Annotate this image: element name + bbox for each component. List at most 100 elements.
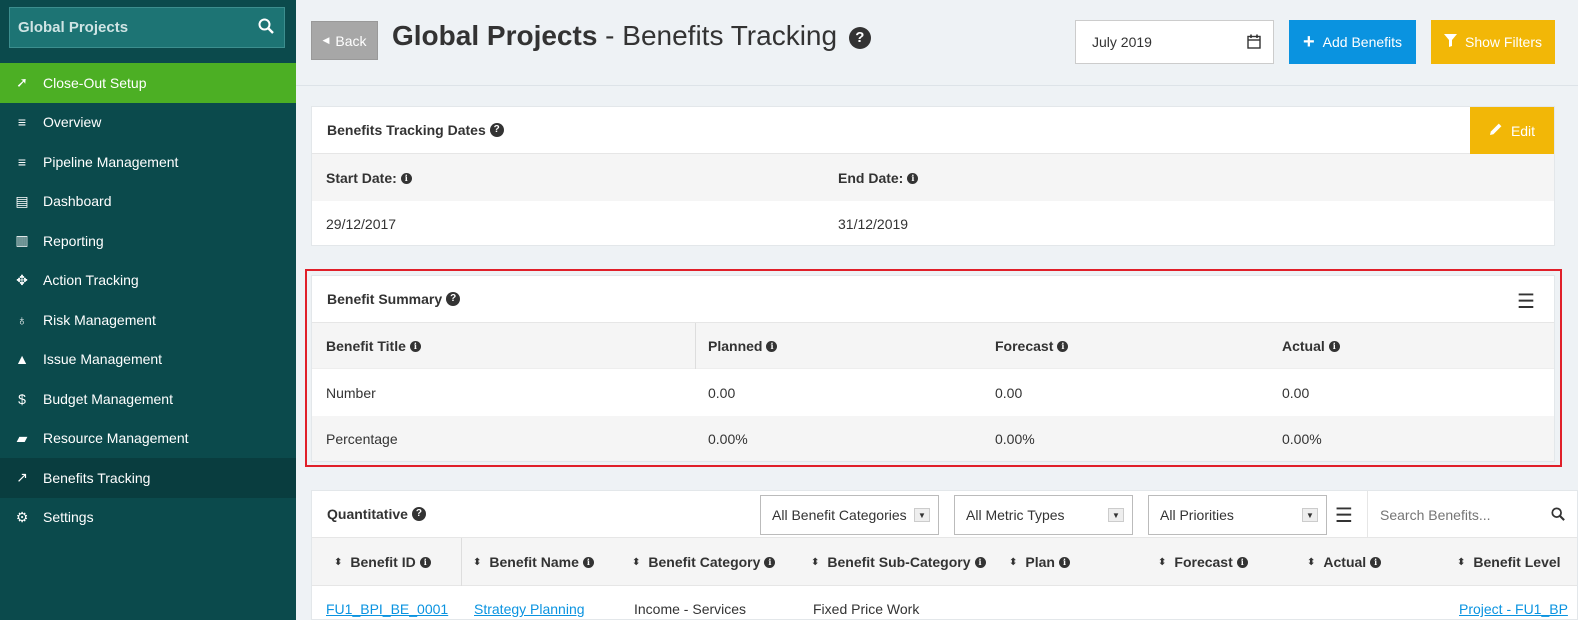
benefit-category-select[interactable]: All Benefit Categories ▼ bbox=[760, 495, 939, 535]
benefit-name-link[interactable]: Strategy Planning bbox=[474, 601, 585, 617]
dashboard-icon: ▤ bbox=[15, 192, 29, 209]
quantitative-panel: Quantitative? All Benefit Categories ▼ Al… bbox=[311, 490, 1578, 620]
line-chart-icon: ↗ bbox=[16, 469, 28, 486]
end-date-label: End Date: i bbox=[838, 170, 919, 186]
calendar-icon bbox=[1247, 34, 1261, 52]
add-benefits-button[interactable]: + Add Benefits bbox=[1289, 20, 1416, 64]
start-date-label-text: Start Date: bbox=[326, 169, 397, 186]
column-divider bbox=[461, 538, 462, 586]
select-value: All Metric Types bbox=[966, 507, 1065, 523]
start-date-value: 29/12/2017 bbox=[326, 215, 397, 232]
sort-icon: ⬍ bbox=[811, 556, 820, 568]
cell-benefit-sub-category: Fixed Price Work bbox=[813, 601, 920, 617]
info-icon: i bbox=[419, 556, 431, 568]
sort-icon: ⬍ bbox=[1457, 556, 1466, 568]
gear-icon: ⚙ bbox=[15, 508, 29, 525]
column-header-benefit-level[interactable]: ⬍ Benefit Level bbox=[1457, 538, 1561, 586]
show-filters-button[interactable]: Show Filters bbox=[1431, 20, 1555, 64]
table-row: FU1_BPI_BE_0001 Strategy Planning Income… bbox=[312, 587, 1577, 619]
column-header-forecast[interactable]: ⬍ Forecast i bbox=[1158, 538, 1248, 586]
sidebar-item-label: Resource Management bbox=[43, 430, 189, 447]
info-icon: i bbox=[582, 556, 594, 568]
column-header-benefit-name[interactable]: ⬍ Benefit Name i bbox=[473, 538, 594, 586]
help-icon[interactable]: ? bbox=[411, 507, 426, 521]
chevron-down-icon: ▼ bbox=[1302, 508, 1318, 522]
sidebar-item-action-tracking[interactable]: ✥ Action Tracking bbox=[0, 261, 296, 301]
edit-button[interactable]: Edit bbox=[1470, 107, 1554, 154]
column-header-text: Benefit Level bbox=[1473, 554, 1561, 570]
sidebar-item-label: Pipeline Management bbox=[43, 153, 179, 170]
column-header-actual[interactable]: ⬍ Actual i bbox=[1307, 538, 1382, 586]
page-title: Global Projects - Benefits Tracking ? bbox=[392, 20, 871, 52]
column-header-text: Benefit ID bbox=[350, 554, 416, 570]
pencil-icon bbox=[1489, 122, 1503, 139]
quantitative-panel-title: Quantitative bbox=[327, 506, 408, 522]
dates-header-row: Start Date: i End Date: i bbox=[312, 154, 1554, 201]
sidebar-item-budget-management[interactable]: $ Budget Management bbox=[0, 379, 296, 419]
project-search-box[interactable]: Global Projects bbox=[9, 7, 285, 48]
sort-icon: ⬍ bbox=[473, 556, 482, 568]
sidebar-item-reporting[interactable]: ▥ Reporting bbox=[0, 221, 296, 261]
sidebar-item-pipeline-management[interactable]: ≡ Pipeline Management bbox=[0, 142, 296, 182]
select-value: All Priorities bbox=[1160, 507, 1234, 523]
info-icon: i bbox=[974, 556, 986, 568]
sort-icon: ⬍ bbox=[1009, 556, 1018, 568]
add-benefits-label: Add Benefits bbox=[1322, 34, 1403, 50]
month-picker[interactable]: July 2019 bbox=[1075, 20, 1274, 64]
benefit-id-link[interactable]: FU1_BPI_BE_0001 bbox=[326, 601, 448, 617]
cell-benefit-category: Income - Services bbox=[634, 601, 747, 617]
column-header-benefit-id[interactable]: ⬍ Benefit ID i bbox=[334, 538, 431, 586]
search-input[interactable] bbox=[1380, 506, 1530, 523]
help-icon[interactable]: ? bbox=[489, 123, 504, 137]
sidebar-item-settings[interactable]: ⚙ Settings bbox=[0, 498, 296, 538]
benefit-level-link[interactable]: Project - FU1_BP bbox=[1459, 601, 1568, 617]
sidebar: Global Projects ➚ Close-Out Setup ≡ Overvi… bbox=[0, 0, 296, 620]
sort-icon: ⬍ bbox=[334, 556, 343, 568]
page-title-project: Global Projects bbox=[392, 20, 598, 51]
column-header-text: Actual bbox=[1323, 554, 1367, 570]
column-header-text: Benefit Name bbox=[489, 554, 579, 570]
hamburger-menu-icon[interactable]: ☰ bbox=[1335, 503, 1353, 528]
sidebar-item-resource-management[interactable]: ▰ Resource Management bbox=[0, 419, 296, 459]
sidebar-item-dashboard[interactable]: ▤ Dashboard bbox=[0, 182, 296, 222]
plus-icon: + bbox=[1302, 31, 1315, 53]
column-header-text: Benefit Category bbox=[648, 554, 761, 570]
sort-icon: ⬍ bbox=[632, 556, 641, 568]
list-icon: ≡ bbox=[17, 114, 27, 131]
sidebar-item-risk-management[interactable]: ♁ Risk Management bbox=[0, 300, 296, 340]
benefits-tracking-dates-panel: Benefits Tracking Dates? Edit Start Date… bbox=[311, 106, 1555, 246]
caret-left-icon: ◀ bbox=[322, 35, 330, 45]
search-benefits-box[interactable] bbox=[1367, 491, 1577, 538]
dollar-icon: $ bbox=[18, 390, 26, 407]
column-header-benefit-category[interactable]: ⬍ Benefit Category i bbox=[632, 538, 776, 586]
end-date-value: 31/12/2019 bbox=[838, 215, 909, 232]
column-header-text: Forecast bbox=[1174, 554, 1233, 570]
panel-title: Benefits Tracking Dates? bbox=[312, 107, 1554, 154]
sidebar-item-label: Action Tracking bbox=[43, 272, 139, 289]
chevron-down-icon: ▼ bbox=[1108, 508, 1124, 522]
sidebar-item-label: Reporting bbox=[43, 232, 104, 249]
sort-icon: ⬍ bbox=[1307, 556, 1316, 568]
sidebar-item-close-out-setup[interactable]: ➚ Close-Out Setup bbox=[0, 63, 296, 103]
sidebar-item-overview[interactable]: ≡ Overview bbox=[0, 103, 296, 143]
page-title-section: - Benefits Tracking bbox=[597, 20, 838, 51]
info-icon: i bbox=[764, 556, 776, 568]
warning-icon: ▲ bbox=[15, 351, 29, 368]
filter-icon bbox=[1443, 34, 1457, 50]
search-icon[interactable] bbox=[258, 18, 274, 38]
info-icon: i bbox=[907, 173, 919, 185]
column-header-text: Benefit Sub-Category bbox=[827, 554, 971, 570]
info-icon: i bbox=[400, 173, 412, 185]
bar-chart-icon: ▥ bbox=[15, 232, 29, 249]
column-header-benefit-sub-category[interactable]: ⬍ Benefit Sub-Category i bbox=[811, 538, 986, 586]
sidebar-item-issue-management[interactable]: ▲ Issue Management bbox=[0, 340, 296, 380]
back-button[interactable]: ◀ Back bbox=[311, 21, 378, 60]
search-icon[interactable] bbox=[1551, 507, 1565, 524]
start-date-label: Start Date: i bbox=[326, 170, 412, 186]
column-header-plan[interactable]: ⬍ Plan i bbox=[1009, 538, 1070, 586]
sidebar-item-benefits-tracking[interactable]: ↗ Benefits Tracking bbox=[0, 458, 296, 498]
dates-value-row: 29/12/2017 31/12/2019 bbox=[312, 201, 1554, 246]
priority-select[interactable]: All Priorities ▼ bbox=[1148, 495, 1327, 535]
metric-type-select[interactable]: All Metric Types ▼ bbox=[954, 495, 1133, 535]
help-icon[interactable]: ? bbox=[848, 27, 871, 49]
